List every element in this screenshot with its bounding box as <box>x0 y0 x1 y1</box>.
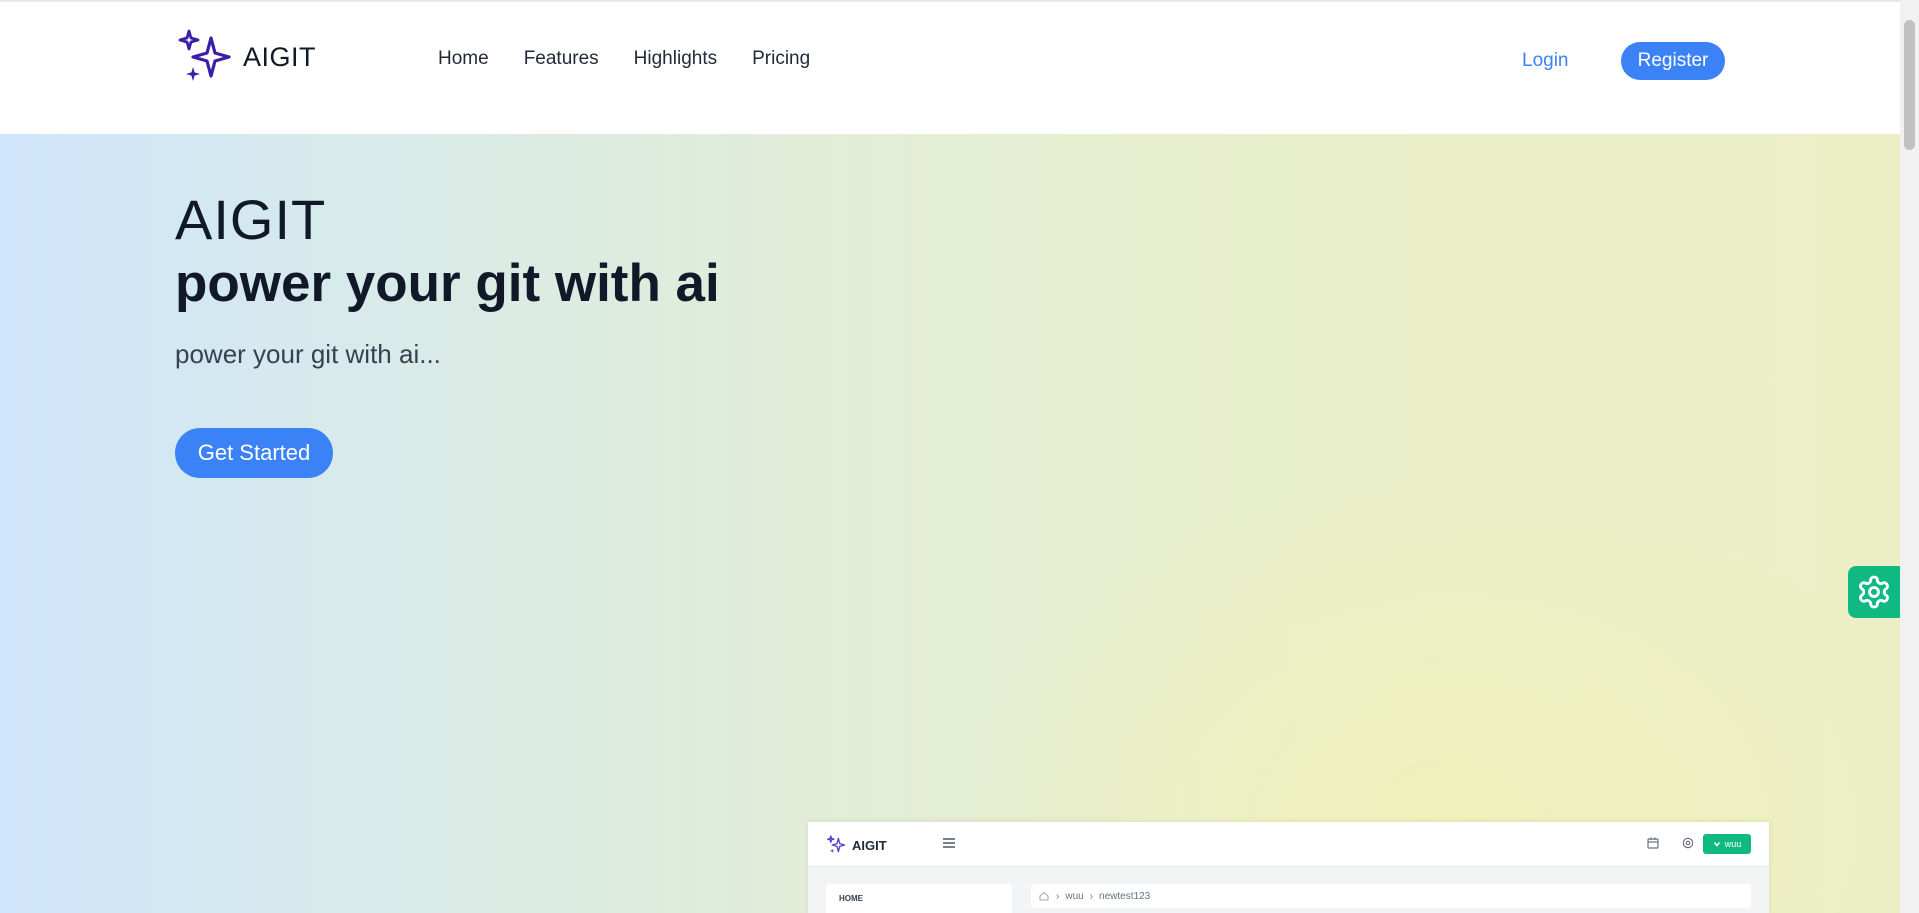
gear-icon <box>1859 575 1889 609</box>
scrollbar-thumb[interactable] <box>1904 20 1915 150</box>
preview-menu-button[interactable] <box>941 835 957 856</box>
preview-sidebar: HOME <box>826 884 1012 913</box>
main-nav: Home Features Highlights Pricing <box>438 48 845 70</box>
gear-icon <box>1682 837 1694 849</box>
page-scrollbar[interactable] <box>1900 0 1919 913</box>
preview-user-dropdown[interactable]: wuu <box>1703 834 1751 854</box>
preview-logo: AIGIT <box>826 834 887 856</box>
breadcrumb-user[interactable]: wuu <box>1065 891 1083 902</box>
preview-user-name: wuu <box>1724 839 1742 849</box>
site-header: AIGIT Home Features Highlights Pricing L… <box>0 2 1900 134</box>
breadcrumb-separator: › <box>1089 890 1094 902</box>
hero-headline: power your git with ai <box>175 254 720 313</box>
register-button[interactable]: Register <box>1621 42 1725 80</box>
get-started-button[interactable]: Get Started <box>175 428 333 478</box>
sparkles-icon <box>827 835 846 854</box>
calendar-icon <box>1647 837 1659 849</box>
login-link[interactable]: Login <box>1522 50 1569 72</box>
nav-pricing[interactable]: Pricing <box>752 48 810 70</box>
home-icon[interactable] <box>1038 890 1050 902</box>
breadcrumb-separator: › <box>1056 890 1060 902</box>
preview-topbar: AIGIT wuu <box>808 822 1769 867</box>
chevron-down-icon <box>1713 842 1720 847</box>
preview-settings-button[interactable] <box>1681 836 1695 855</box>
preview-breadcrumb: › wuu › newtest123 <box>1031 884 1751 908</box>
hero-section: AIGIT power your git with ai power your … <box>0 134 1900 913</box>
nav-home[interactable]: Home <box>438 48 489 70</box>
nav-features[interactable]: Features <box>524 48 599 70</box>
preview-calendar-button[interactable] <box>1646 836 1660 855</box>
hero-subtitle: power your git with ai... <box>175 339 441 369</box>
app-preview-screenshot: AIGIT wuu HOME › wuu › newtest123 <box>808 822 1769 913</box>
nav-highlights[interactable]: Highlights <box>634 48 717 70</box>
landing-page: AIGIT Home Features Highlights Pricing L… <box>0 0 1900 913</box>
breadcrumb-repo[interactable]: newtest123 <box>1099 891 1150 902</box>
preview-sidebar-home[interactable]: HOME <box>839 894 863 903</box>
hamburger-icon <box>943 838 955 848</box>
hero-brand-title: AIGIT <box>175 188 327 251</box>
sparkles-icon <box>178 29 231 81</box>
floating-settings-button[interactable] <box>1848 566 1900 618</box>
preview-brand-name: AIGIT <box>852 837 887 853</box>
brand-logo[interactable]: AIGIT <box>175 28 316 86</box>
brand-name: AIGIT <box>243 41 317 72</box>
